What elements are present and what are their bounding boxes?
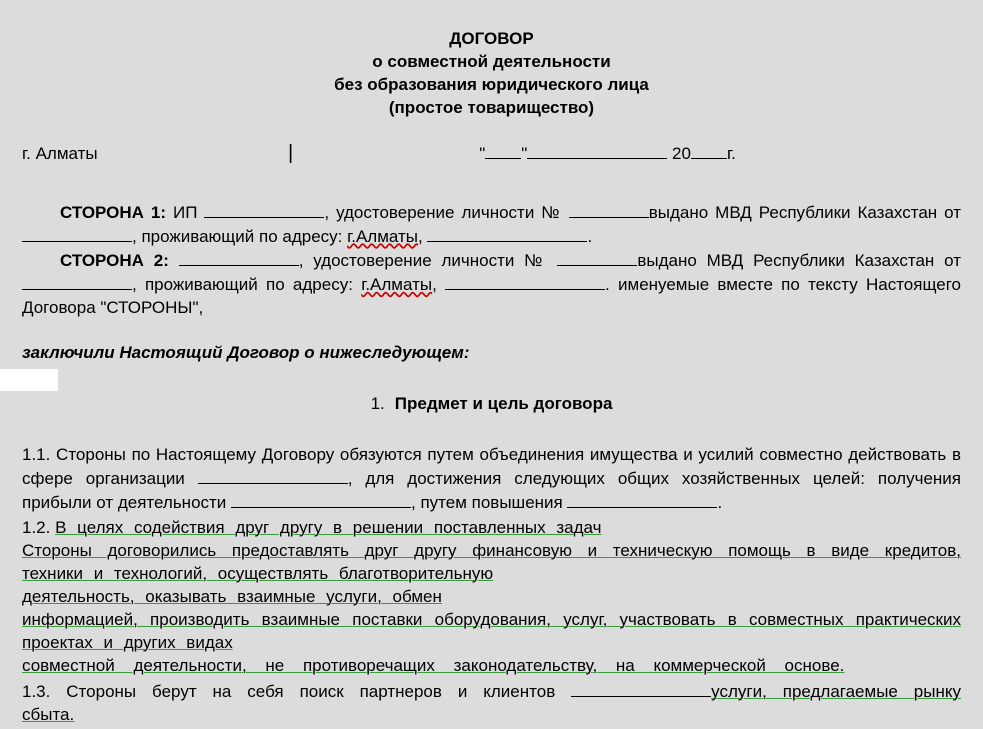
clause-1-3: 1.3. Стороны берут на себя поиск партнер… <box>22 680 961 727</box>
date-field: "" 20г. <box>299 142 961 166</box>
title-1: ДОГОВОР <box>22 28 961 51</box>
title-4: (простое товарищество) <box>22 97 961 120</box>
city-label: г. Алматы <box>22 143 282 166</box>
white-notch <box>0 369 58 391</box>
addr-city-2: г.Алматы <box>361 275 432 294</box>
party-1-label: СТОРОНА 1: <box>60 203 166 222</box>
title-2: о совместной деятельности <box>22 51 961 74</box>
addr-city-1: г.Алматы <box>347 227 418 246</box>
clause-1-2: 1.2. В целях содействия друг другу в реш… <box>22 517 961 678</box>
divider: | <box>282 140 299 167</box>
conclude-line: заключили Настоящий Договор о нижеследую… <box>22 342 961 365</box>
party-2-label: СТОРОНА 2: <box>60 251 169 270</box>
title-3: без образования юридического лица <box>22 74 961 97</box>
clause-1-1: 1.1. Стороны по Настоящему Договору обяз… <box>22 444 961 515</box>
section-1-header: 1.Предмет и цель договора <box>22 393 961 416</box>
parties-block: СТОРОНА 1: ИП , удостоверение личности №… <box>22 201 961 320</box>
